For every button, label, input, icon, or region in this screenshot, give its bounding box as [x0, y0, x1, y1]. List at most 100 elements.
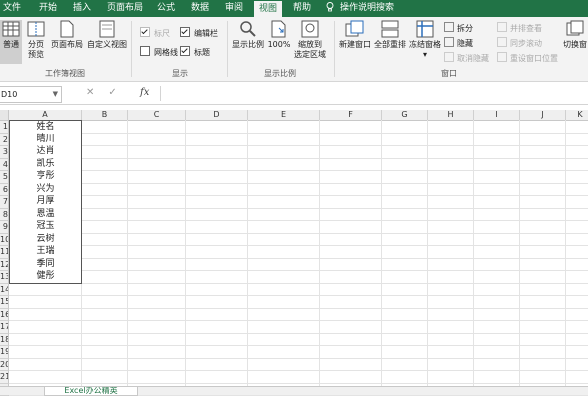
row-header[interactable]: 4 [0, 159, 9, 172]
row-header[interactable]: 12 [0, 259, 9, 272]
cell-a12[interactable]: 季同 [9, 258, 82, 272]
freeze-panes-button[interactable]: 冻结窗格 ▾ [408, 20, 442, 66]
unhide-button[interactable]: 取消隐藏 [444, 52, 489, 64]
page-break-preview-button[interactable]: 分页 预览 [24, 20, 48, 64]
cell-a2[interactable]: 晴川 [9, 133, 82, 147]
row-header[interactable]: 3 [0, 146, 9, 159]
zoom-to-selection-button[interactable]: 缩放到 选定区域 [292, 20, 328, 64]
cell-a3[interactable]: 达肖 [9, 145, 82, 159]
zoom-sel-label-2: 选定区域 [294, 50, 326, 59]
row-header[interactable]: 10 [0, 234, 9, 247]
select-all-corner[interactable] [0, 110, 9, 121]
arrange-all-button[interactable]: 全部重排 [373, 20, 407, 64]
column-header-h[interactable]: H [428, 110, 474, 121]
ruler-checkbox[interactable]: 标尺 [140, 27, 170, 39]
hide-icon [444, 37, 454, 47]
new-window-label: 新建窗口 [339, 40, 371, 49]
chevron-down-icon[interactable]: ▼ [53, 87, 58, 102]
cell-a11[interactable]: 王瑞 [9, 245, 82, 259]
cell-a13[interactable]: 健彤 [9, 270, 82, 284]
tab-review[interactable]: 审阅 [220, 0, 248, 17]
row-header[interactable]: 15 [0, 296, 9, 309]
row-header[interactable]: 6 [0, 184, 9, 197]
normal-view-button[interactable]: 普通 [0, 20, 22, 64]
column-header-g[interactable]: G [382, 110, 428, 121]
sync-scroll-button[interactable]: 同步滚动 [497, 37, 542, 49]
hide-button[interactable]: 隐藏 [444, 37, 473, 49]
gridline [185, 120, 186, 386]
gridlines-checkbox[interactable]: 网格线 [140, 46, 178, 58]
cell-a1[interactable]: 姓名 [9, 120, 82, 134]
tab-view[interactable]: 视图 [254, 1, 282, 17]
headings-checkbox[interactable]: 标题 [180, 46, 210, 58]
custom-view-button[interactable]: 自定义视图 [86, 20, 128, 64]
spreadsheet-grid[interactable]: ABCDEFGHIJK12345678910111213141516171819… [0, 110, 588, 386]
tab-formulas[interactable]: 公式 [152, 0, 180, 17]
column-header-d[interactable]: D [186, 110, 248, 121]
gridline [9, 358, 588, 359]
cell-a10[interactable]: 云树 [9, 233, 82, 247]
zoom-100-button[interactable]: 100% [267, 20, 291, 64]
gridline [247, 120, 248, 386]
tab-file[interactable]: 文件 [0, 0, 24, 17]
insert-function-icon[interactable]: fx [140, 87, 149, 98]
row-header[interactable]: 13 [0, 271, 9, 284]
column-header-i[interactable]: I [474, 110, 520, 121]
row-header[interactable]: 18 [0, 334, 9, 347]
row-header[interactable]: 9 [0, 221, 9, 234]
tab-page-layout[interactable]: 页面布局 [104, 0, 146, 17]
row-header[interactable]: 14 [0, 284, 9, 297]
row-header[interactable]: 5 [0, 171, 9, 184]
gridline [9, 245, 588, 246]
sheet-tab[interactable]: Excel办公精英 [44, 387, 138, 396]
split-button[interactable]: 拆分 [444, 22, 473, 34]
page-layout-button[interactable]: 页面布局 [50, 20, 84, 64]
cell-a7[interactable]: 月厚 [9, 195, 82, 209]
name-box-value: D10 [1, 90, 17, 99]
sync-scroll-icon [497, 37, 507, 47]
cell-a5[interactable]: 亨彤 [9, 170, 82, 184]
column-header-b[interactable]: B [82, 110, 128, 121]
tab-data[interactable]: 数据 [186, 0, 214, 17]
cell-a9[interactable]: 冠玉 [9, 220, 82, 234]
column-header-c[interactable]: C [128, 110, 186, 121]
page-layout-icon [60, 20, 74, 38]
cancel-icon[interactable]: ✕ [86, 87, 94, 98]
row-header[interactable]: 19 [0, 346, 9, 359]
unhide-icon [444, 52, 454, 62]
zoom-button[interactable]: 显示比例 [231, 20, 265, 64]
new-window-icon [345, 20, 365, 38]
switch-windows-button[interactable]: 切换窗 [562, 20, 588, 64]
row-header[interactable]: 16 [0, 309, 9, 322]
cell-a4[interactable]: 凯乐 [9, 158, 82, 172]
row-header[interactable]: 7 [0, 196, 9, 209]
column-header-e[interactable]: E [248, 110, 320, 121]
gridline [9, 345, 588, 346]
cell-a8[interactable]: 恩温 [9, 208, 82, 222]
row-header[interactable]: 20 [0, 359, 9, 372]
tell-me-search[interactable]: 操作说明搜索 [326, 0, 394, 17]
column-header-f[interactable]: F [320, 110, 382, 121]
new-window-button[interactable]: 新建窗口 [338, 20, 372, 64]
row-header[interactable]: 1 [0, 121, 9, 134]
tab-insert[interactable]: 插入 [68, 0, 96, 17]
cell-a6[interactable]: 兴为 [9, 183, 82, 197]
view-side-by-side-button[interactable]: 并排查看 [497, 22, 542, 34]
enter-icon[interactable]: ✓ [108, 87, 116, 98]
column-header-j[interactable]: J [520, 110, 566, 121]
tab-help[interactable]: 帮助 [288, 0, 316, 17]
row-header[interactable]: 11 [0, 246, 9, 259]
gridline [381, 120, 382, 386]
reset-window-position-button[interactable]: 重设窗口位置 [497, 52, 558, 64]
gridline [473, 120, 474, 386]
row-header[interactable]: 8 [0, 209, 9, 222]
formula-bar-checkbox[interactable]: 编辑栏 [180, 27, 218, 39]
formula-input[interactable] [160, 86, 588, 101]
row-header[interactable]: 17 [0, 321, 9, 334]
tab-home[interactable]: 开始 [34, 0, 62, 17]
column-header-k[interactable]: K [566, 110, 588, 121]
row-header[interactable]: 2 [0, 134, 9, 147]
formula-bar-icons: ✕✓ [86, 87, 131, 98]
name-box[interactable]: D10 ▼ [0, 86, 62, 103]
row-header[interactable]: 21 [0, 371, 9, 384]
